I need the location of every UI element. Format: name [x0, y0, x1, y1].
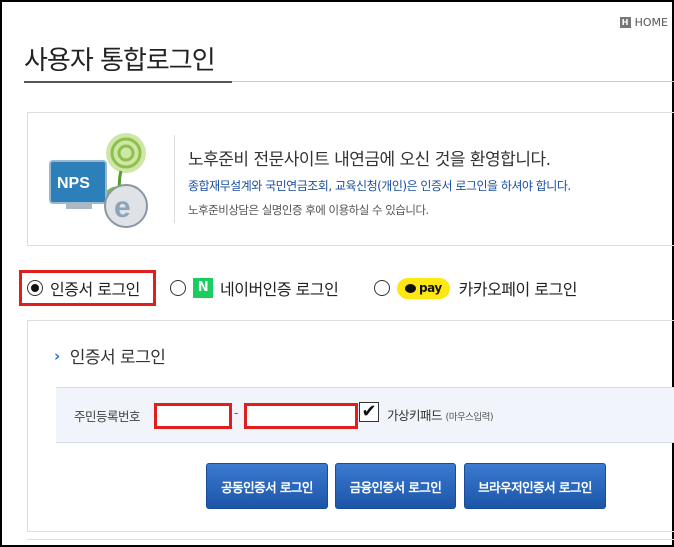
title-divider — [24, 81, 674, 83]
resident-id-front-input[interactable] — [154, 403, 232, 429]
welcome-panel: NPS e 노후준비 전문사이트 내연금에 오신 것을 환영합니다. 종합재무설… — [27, 112, 674, 246]
resident-id-row: 주민등록번호 - ✔ 가상키패드 (마우스입력) — [56, 387, 674, 443]
naver-icon: N — [193, 278, 213, 298]
option-naver-login[interactable]: N 네이버인증 로그인 — [170, 270, 339, 306]
virtual-keypad-label: 가상키패드 (마우스입력) — [387, 405, 494, 424]
bottom-divider — [27, 539, 674, 540]
welcome-note: 노후준비상담은 실명인증 후에 이용하실 수 있습니다. — [188, 203, 429, 217]
cert-login-panel: › 인증서 로그인 주민등록번호 - ✔ 가상키패드 (마우스입력) 공동인증서… — [27, 320, 674, 532]
welcome-headline: 노후준비 전문사이트 내연금에 오신 것을 환영합니다. — [188, 150, 551, 170]
finance-cert-login-button[interactable]: 금융인증서 로그인 — [335, 463, 456, 509]
resident-id-back-input[interactable] — [244, 403, 358, 429]
keypad-hint-text: (마우스입력) — [445, 412, 494, 423]
keypad-label-text: 가상키패드 — [387, 408, 443, 423]
virtual-keypad-checkbox[interactable]: ✔ — [359, 402, 379, 422]
chevron-right-icon: › — [54, 346, 60, 365]
kakaopay-badge-text: pay — [419, 281, 442, 295]
option-naver-label: 네이버인증 로그인 — [220, 280, 339, 299]
radio-cert-login[interactable] — [27, 280, 43, 296]
home-icon: H — [619, 17, 631, 28]
radio-selected-dot — [31, 284, 39, 292]
page-title: 사용자 통합로그인 — [24, 46, 216, 76]
nps-logo-text: NPS — [57, 175, 90, 192]
cert-section-title: › 인증서 로그인 — [54, 343, 166, 369]
resident-id-label: 주민등록번호 — [74, 409, 141, 424]
cert-title-text: 인증서 로그인 — [69, 348, 166, 368]
home-link[interactable]: H HOME — [619, 16, 668, 29]
option-cert-label: 인증서 로그인 — [50, 280, 140, 299]
option-kakao-label: 카카오페이 로그인 — [458, 280, 578, 299]
kakaopay-icon: pay — [397, 277, 450, 299]
resident-id-separator: - — [234, 406, 239, 420]
welcome-subtext: 종합재무설계와 국민연금조회, 교육신청(개인)은 인증서 로그인을 하셔야 합… — [188, 179, 571, 193]
home-label: HOME — [634, 16, 668, 29]
browser-cert-login-button[interactable]: 브라우저인증서 로그인 — [464, 463, 606, 509]
radio-kakao-login[interactable] — [374, 280, 390, 296]
svg-text:e: e — [114, 191, 131, 224]
public-cert-login-button[interactable]: 공동인증서 로그인 — [206, 463, 328, 509]
welcome-divider — [174, 135, 175, 223]
nps-logo-icon: NPS e — [49, 133, 148, 228]
radio-naver-login[interactable] — [170, 280, 186, 296]
option-cert-login[interactable]: 인증서 로그인 — [19, 270, 156, 306]
option-kakao-login[interactable]: pay 카카오페이 로그인 — [374, 270, 578, 306]
kakao-bubble-icon — [405, 283, 416, 293]
